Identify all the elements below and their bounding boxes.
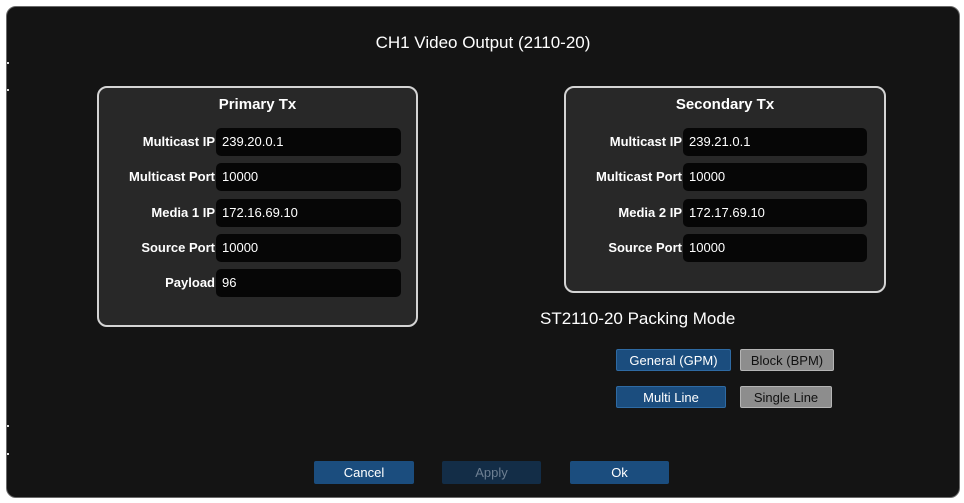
edge-marker xyxy=(7,425,9,427)
primary-multicast-ip-field[interactable]: 239.20.0.1 xyxy=(216,128,401,156)
secondary-tx-panel: Secondary Tx Multicast IP 239.21.0.1 Mul… xyxy=(564,86,886,293)
field-label: Source Port xyxy=(608,240,682,255)
secondary-media-ip-field[interactable]: 172.17.69.10 xyxy=(683,199,867,227)
field-label: Media 2 IP xyxy=(618,205,682,220)
primary-tx-title: Primary Tx xyxy=(218,96,297,113)
field-label: Multicast Port xyxy=(596,169,682,184)
field-label: Multicast IP xyxy=(142,134,215,149)
field-label: Payload xyxy=(165,275,215,290)
primary-tx-panel: Primary Tx Multicast IP 239.20.0.1 Multi… xyxy=(97,86,418,327)
dialog-title: CH1 Video Output (2110-20) xyxy=(375,33,591,52)
edge-marker xyxy=(7,62,9,64)
secondary-multicast-ip-field[interactable]: 239.21.0.1 xyxy=(683,128,867,156)
single-line-button[interactable]: Single Line xyxy=(740,386,832,408)
edge-marker xyxy=(7,89,9,91)
field-label: Multicast IP xyxy=(609,134,682,149)
field-label: Multicast Port xyxy=(129,169,215,184)
cancel-button[interactable]: Cancel xyxy=(314,461,414,484)
primary-media-ip-field[interactable]: 172.16.69.10 xyxy=(216,199,401,227)
ok-button[interactable]: Ok xyxy=(570,461,669,484)
general-gpm-button[interactable]: General (GPM) xyxy=(616,349,731,371)
primary-payload-field[interactable]: 96 xyxy=(216,269,401,297)
secondary-source-port-field[interactable]: 10000 xyxy=(683,234,867,262)
packing-mode-title: ST2110-20 Packing Mode xyxy=(540,309,736,328)
field-label: Media 1 IP xyxy=(151,205,215,220)
primary-multicast-port-field[interactable]: 10000 xyxy=(216,163,401,191)
apply-button[interactable]: Apply xyxy=(442,461,541,484)
multi-line-button[interactable]: Multi Line xyxy=(616,386,726,408)
video-output-dialog: CH1 Video Output (2110-20) Primary Tx Mu… xyxy=(6,6,960,498)
block-bpm-button[interactable]: Block (BPM) xyxy=(740,349,834,371)
secondary-multicast-port-field[interactable]: 10000 xyxy=(683,163,867,191)
field-label: Source Port xyxy=(141,240,215,255)
primary-source-port-field[interactable]: 10000 xyxy=(216,234,401,262)
secondary-tx-title: Secondary Tx xyxy=(675,96,775,113)
edge-marker xyxy=(7,453,9,455)
